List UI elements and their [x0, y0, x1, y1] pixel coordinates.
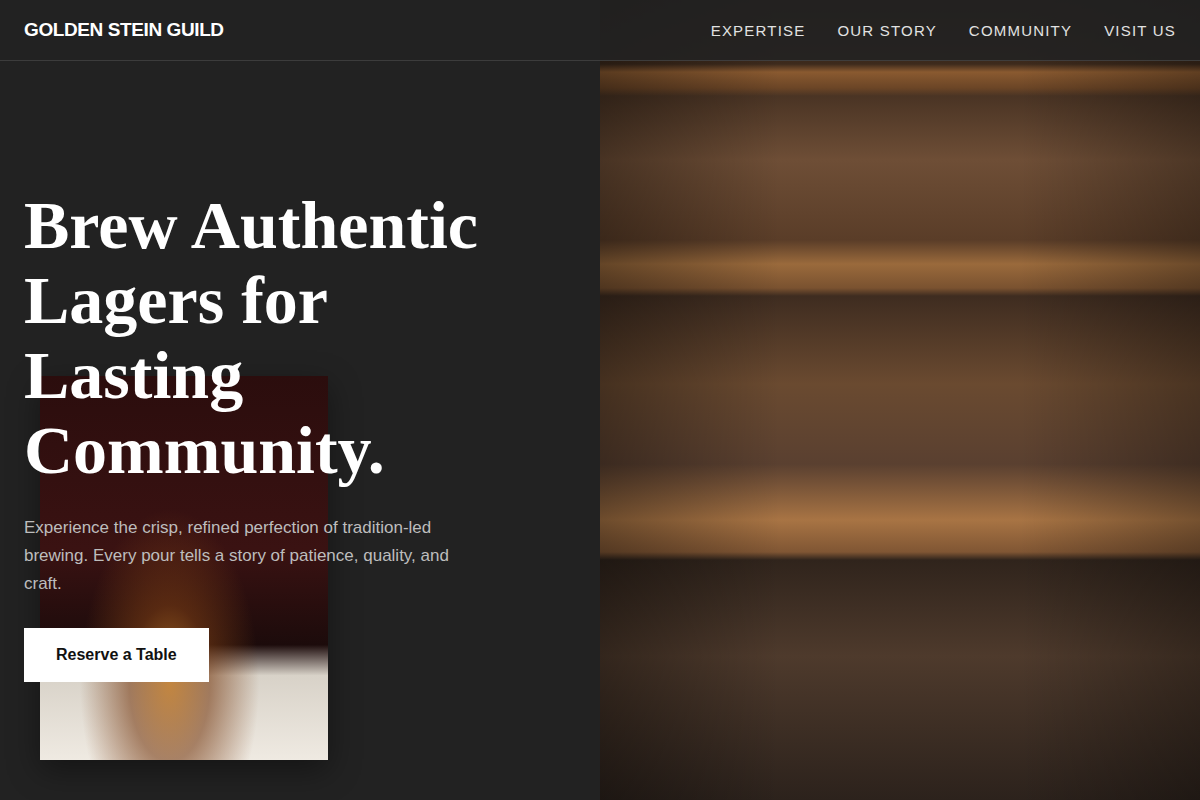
main-nav: EXPERTISE OUR STORY COMMUNITY VISIT US	[711, 22, 1176, 39]
hero-left: Brew Authentic Lagers for Lasting Commun…	[0, 0, 600, 800]
site-header: GOLDEN STEIN GUILD EXPERTISE OUR STORY COMM…	[0, 0, 1200, 61]
nav-link[interactable]: COMMUNITY	[969, 22, 1072, 39]
nav-link[interactable]: EXPERTISE	[711, 22, 806, 39]
reserve-button[interactable]: Reserve a Table	[24, 628, 209, 682]
hero-content: Brew Authentic Lagers for Lasting Commun…	[24, 188, 576, 681]
hero-paragraph: Experience the crisp, refined perfection…	[24, 514, 479, 598]
landing-page: GOLDEN STEIN GUILD EXPERTISE OUR STORY COMM…	[0, 0, 1200, 800]
hero-headline: Brew Authentic Lagers for Lasting Commun…	[24, 188, 544, 487]
nav-link[interactable]: OUR STORY	[837, 22, 936, 39]
nav-link[interactable]: VISIT US	[1104, 22, 1176, 39]
bar-shelves-photo	[600, 0, 1200, 800]
brand-logo[interactable]: GOLDEN STEIN GUILD	[24, 19, 224, 41]
hero-split: Brew Authentic Lagers for Lasting Commun…	[0, 0, 1200, 800]
